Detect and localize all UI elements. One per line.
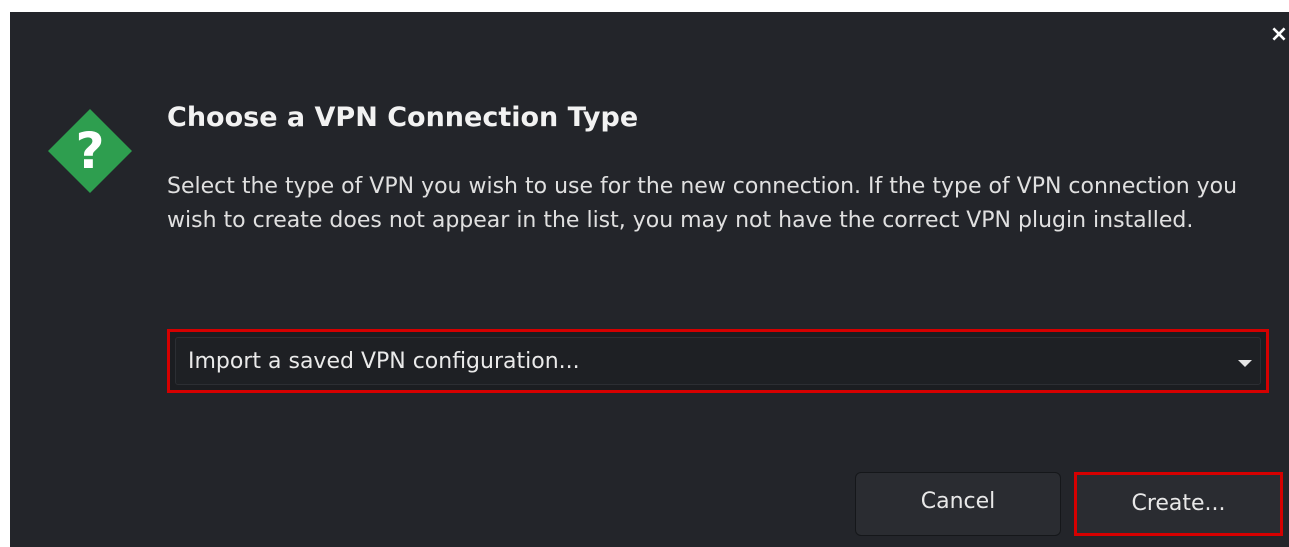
vpn-type-dialog: × ? Choose a VPN Connection Type Select … xyxy=(10,12,1289,547)
dialog-title: Choose a VPN Connection Type xyxy=(167,102,639,133)
vpn-type-select[interactable]: Import a saved VPN configuration... xyxy=(167,329,1269,393)
dialog-message: Select the type of VPN you wish to use f… xyxy=(167,174,1238,233)
vpn-type-select-value: Import a saved VPN configuration... xyxy=(188,349,580,374)
chevron-down-icon[interactable] xyxy=(1238,360,1252,367)
vpn-type-select-field[interactable]: Import a saved VPN configuration... xyxy=(175,337,1261,385)
cancel-button[interactable]: Cancel xyxy=(855,472,1061,536)
create-button[interactable]: Create... xyxy=(1074,472,1283,536)
close-icon[interactable]: × xyxy=(1269,24,1289,46)
svg-text:?: ? xyxy=(75,122,104,180)
question-diamond-icon: ? xyxy=(44,105,136,197)
